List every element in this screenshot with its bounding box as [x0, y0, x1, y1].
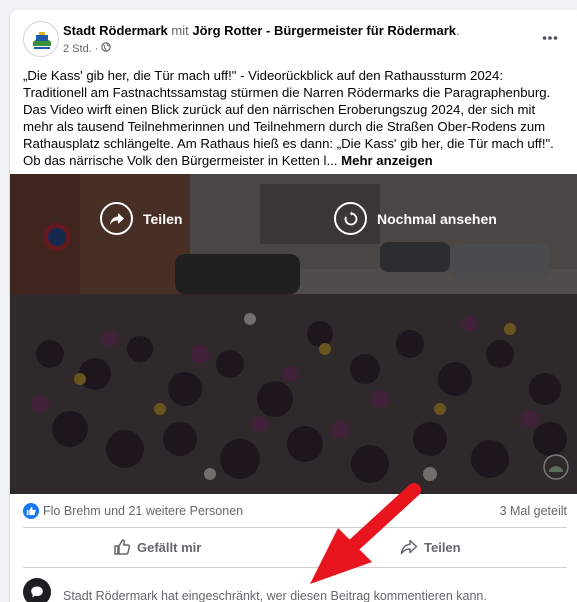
- divider-top: [23, 527, 567, 528]
- video-share-button[interactable]: Teilen: [100, 202, 182, 235]
- globe-icon: [101, 42, 112, 55]
- video-player[interactable]: Teilen Nochmal ansehen: [10, 174, 577, 494]
- like-button[interactable]: Gefällt mir: [113, 531, 201, 563]
- post-actions: Gefällt mir Teilen: [23, 531, 567, 563]
- share-button[interactable]: Teilen: [400, 531, 461, 563]
- comment-bubble-icon: [23, 578, 51, 602]
- see-more-link[interactable]: Mehr anzeigen: [341, 153, 433, 168]
- replay-label: Nochmal ansehen: [377, 210, 497, 227]
- post-header: Stadt Rödermark mit Jörg Rotter - Bürger…: [23, 21, 577, 57]
- divider-bottom: [23, 567, 567, 568]
- restriction-text: Stadt Rödermark hat eingeschränkt, wer d…: [63, 589, 487, 602]
- reactions-bar: Flo Brehm und 21 weitere Personen 3 Mal …: [23, 502, 567, 522]
- city-watermark-logo: [543, 454, 569, 480]
- more-options-icon: [542, 36, 558, 40]
- comment-restriction-notice: Stadt Rödermark hat eingeschränkt, wer d…: [23, 578, 577, 602]
- share-icon: [400, 539, 418, 555]
- share-count-link[interactable]: 3 Mal geteilt: [500, 504, 567, 518]
- page-name-link[interactable]: Stadt Rödermark: [63, 23, 168, 38]
- tagged-profile-link[interactable]: Jörg Rotter - Bürgermeister für Rödermar…: [192, 23, 456, 38]
- thumbs-up-icon: [114, 539, 131, 555]
- post-meta: 2 Std. ·: [63, 42, 112, 55]
- video-share-label: Teilen: [143, 210, 183, 227]
- post-card: Stadt Rödermark mit Jörg Rotter - Bürger…: [10, 10, 577, 602]
- like-icon: [23, 503, 39, 519]
- share-arrow-icon: [100, 202, 133, 235]
- post-body-text: „Die Kass' gib her, die Tür mach uff!" -…: [23, 68, 554, 168]
- like-label: Gefällt mir: [137, 539, 202, 555]
- reaction-summary-link[interactable]: Flo Brehm und 21 weitere Personen: [43, 504, 243, 518]
- post-timestamp[interactable]: 2 Std.: [63, 43, 92, 55]
- share-label: Teilen: [424, 539, 461, 555]
- replay-icon: [334, 202, 367, 235]
- more-options-button[interactable]: [537, 25, 563, 51]
- connector-text: mit: [171, 23, 189, 38]
- tagged-suffix: .: [456, 23, 460, 38]
- replay-button[interactable]: Nochmal ansehen: [334, 202, 497, 235]
- meta-separator: ·: [94, 42, 99, 55]
- page-avatar[interactable]: [23, 21, 59, 57]
- post-body: „Die Kass' gib her, die Tür mach uff!" -…: [23, 67, 568, 169]
- author-line: Stadt Rödermark mit Jörg Rotter - Bürger…: [63, 23, 460, 38]
